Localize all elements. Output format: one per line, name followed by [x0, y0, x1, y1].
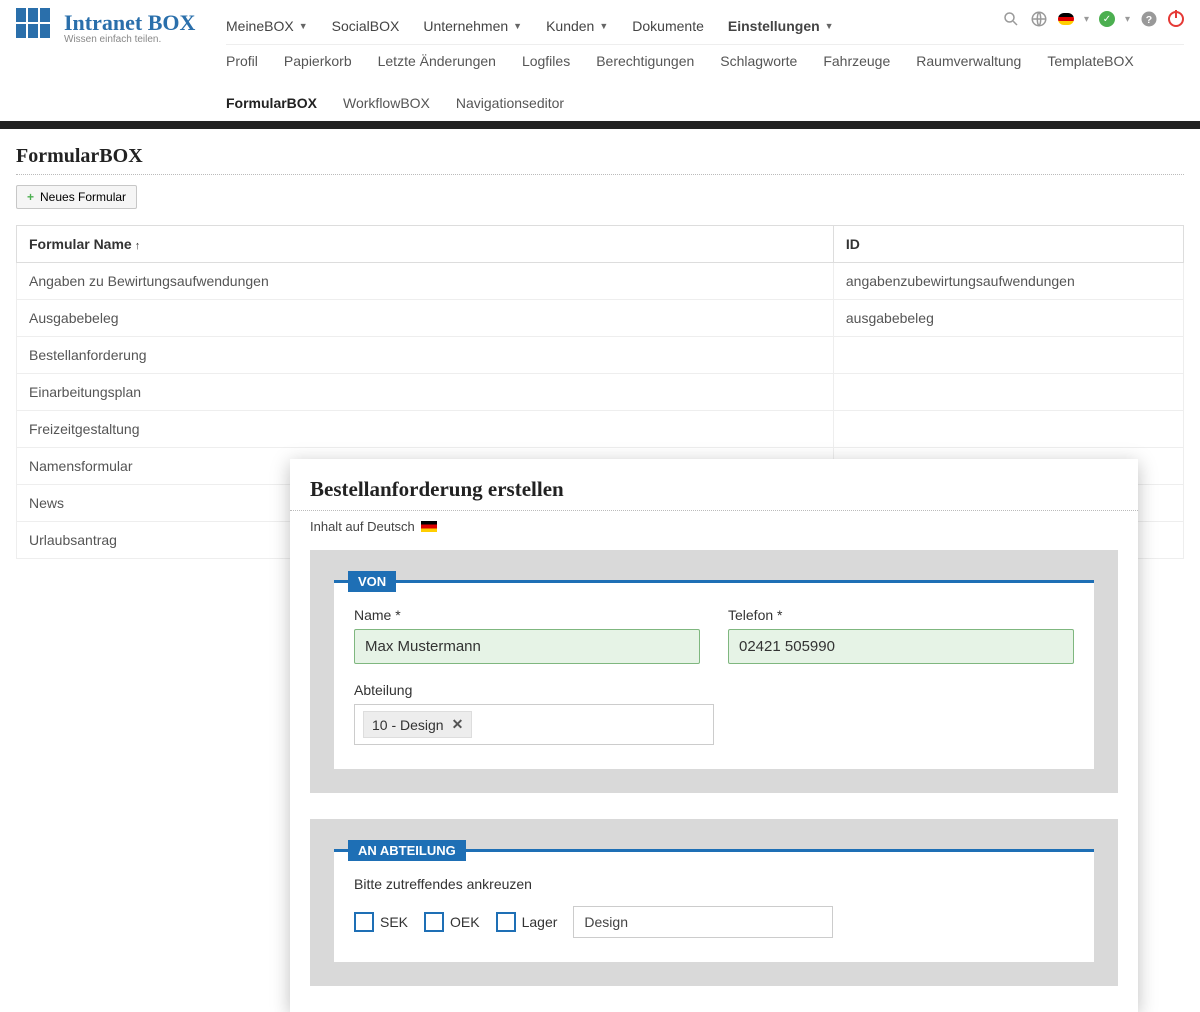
form-modal: Bestellanforderung erstellen Inhalt auf …	[290, 459, 1138, 1012]
column-header-id[interactable]: ID	[833, 226, 1183, 263]
modal-title: Bestellanforderung erstellen	[290, 477, 1138, 511]
flag-de-icon	[421, 521, 437, 532]
search-icon[interactable]	[1002, 10, 1020, 28]
fieldset-an: AN ABTEILUNG Bitte zutreffendes ankreuze…	[334, 849, 1094, 962]
status-ok-icon[interactable]: ✓	[1099, 11, 1115, 27]
label-oek: OEK	[450, 914, 480, 930]
checkbox-lager[interactable]	[496, 912, 516, 932]
subnav-item[interactable]: Letzte Änderungen	[378, 53, 496, 69]
subnav-item[interactable]: Schlagworte	[720, 53, 797, 69]
label-lager: Lager	[522, 914, 558, 930]
label-department: Abteilung	[354, 682, 1074, 698]
topnav-item[interactable]: Dokumente	[632, 18, 704, 34]
topnav-item[interactable]: Kunden▼	[546, 18, 608, 34]
topnav-item[interactable]: Einstellungen▼	[728, 18, 834, 34]
column-header-name[interactable]: Formular Name↑	[17, 226, 834, 263]
sort-asc-icon: ↑	[135, 240, 141, 252]
brand-name-a: Intranet	[64, 10, 142, 35]
brand-name-b: BOX	[148, 10, 196, 35]
fieldset-von: VON Name * Telefon * Abteilung	[334, 580, 1094, 769]
chevron-down-icon: ▼	[825, 21, 834, 31]
name-field[interactable]	[354, 629, 700, 664]
label-sek: SEK	[380, 914, 408, 930]
table-row[interactable]: Bestellanforderung	[17, 337, 1184, 374]
chip-remove-icon[interactable]: ✕	[452, 716, 464, 733]
globe-icon[interactable]	[1030, 10, 1048, 28]
legend-an: AN ABTEILUNG	[348, 840, 466, 861]
subnav-item[interactable]: Profil	[226, 53, 258, 69]
subnav-item[interactable]: TemplateBOX	[1047, 53, 1133, 69]
subnav-item[interactable]: Raumverwaltung	[916, 53, 1021, 69]
subnav-item[interactable]: Navigationseditor	[456, 95, 564, 111]
divider-bar	[0, 121, 1200, 129]
plus-icon: +	[27, 190, 34, 204]
subnav-item[interactable]: Berechtigungen	[596, 53, 694, 69]
table-row[interactable]: Freizeitgestaltung	[17, 411, 1184, 448]
logout-icon[interactable]	[1168, 11, 1184, 27]
department-field[interactable]: 10 - Design✕	[354, 704, 714, 745]
table-row[interactable]: Angaben zu Bewirtungsaufwendungenangaben…	[17, 263, 1184, 300]
an-note: Bitte zutreffendes ankreuzen	[354, 876, 1074, 892]
subnav-item[interactable]: Fahrzeuge	[823, 53, 890, 69]
brand-logo[interactable]: Intranet BOX Wissen einfach teilen.	[16, 8, 226, 46]
topnav-item[interactable]: Unternehmen▼	[423, 18, 522, 34]
chevron-down-icon: ▼	[513, 21, 522, 31]
legend-von: VON	[348, 571, 396, 592]
subnav-item[interactable]: FormularBOX	[226, 95, 317, 111]
language-flag-de[interactable]	[1058, 13, 1074, 25]
label-name: Name *	[354, 607, 401, 623]
logo-icon	[16, 8, 54, 46]
subnav-item[interactable]: Logfiles	[522, 53, 570, 69]
an-text-field[interactable]	[573, 906, 833, 938]
svg-text:?: ?	[1146, 14, 1152, 26]
checkbox-sek[interactable]	[354, 912, 374, 932]
chevron-down-icon: ▼	[299, 21, 308, 31]
phone-field[interactable]	[728, 629, 1074, 664]
chevron-down-icon: ▼	[599, 21, 608, 31]
checkbox-oek[interactable]	[424, 912, 444, 932]
modal-subtitle: Inhalt auf Deutsch	[310, 519, 415, 534]
table-row[interactable]: Einarbeitungsplan	[17, 374, 1184, 411]
help-icon[interactable]: ?	[1140, 10, 1158, 28]
topnav-item[interactable]: SocialBOX	[332, 18, 400, 34]
topnav-item[interactable]: MeineBOX▼	[226, 18, 308, 34]
department-chip: 10 - Design✕	[363, 711, 472, 738]
table-row[interactable]: Ausgabebelegausgabebeleg	[17, 300, 1184, 337]
new-form-button[interactable]: +Neues Formular	[16, 185, 137, 209]
label-phone: Telefon *	[728, 607, 782, 623]
subnav-item[interactable]: Papierkorb	[284, 53, 352, 69]
page-title: FormularBOX	[16, 145, 1184, 175]
subnav-item[interactable]: WorkflowBOX	[343, 95, 430, 111]
